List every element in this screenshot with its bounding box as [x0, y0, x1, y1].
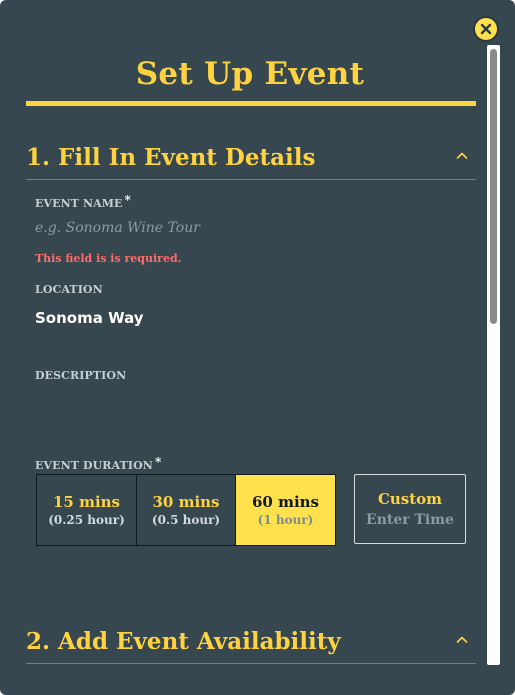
- duration-option-60[interactable]: 60 mins (1 hour): [235, 474, 336, 546]
- duration-option-30[interactable]: 30 mins (0.5 hour): [136, 474, 236, 546]
- required-asterisk: *: [154, 455, 162, 469]
- event-duration-label: EVENT DURATION *: [35, 455, 161, 472]
- custom-duration-label: Custom: [377, 490, 443, 508]
- duration-option-sublabel: (0.25 hour): [48, 513, 125, 527]
- description-label: DESCRIPTION: [35, 369, 127, 382]
- event-name-error: This field is is required.: [35, 252, 182, 265]
- event-name-label-text: EVENT NAME: [35, 197, 123, 210]
- setup-event-modal: Set Up Event 1. Fill In Event Details EV…: [0, 0, 515, 695]
- duration-option-sublabel: (0.5 hour): [151, 513, 221, 527]
- description-input[interactable]: [35, 392, 465, 432]
- location-label: LOCATION: [35, 283, 103, 296]
- section-event-details-title: 1. Fill In Event Details: [26, 144, 316, 171]
- chevron-up-icon: [456, 152, 468, 159]
- duration-option-label: 60 mins: [251, 493, 320, 511]
- required-asterisk: *: [124, 193, 131, 207]
- scrollbar[interactable]: [487, 45, 500, 665]
- event-name-label: EVENT NAME *: [35, 193, 131, 210]
- duration-option-15[interactable]: 15 mins (0.25 hour): [36, 474, 137, 546]
- section-availability-header[interactable]: 2. Add Event Availability: [26, 618, 476, 664]
- duration-option-sublabel: (1 hour): [257, 513, 314, 527]
- close-button[interactable]: [473, 16, 499, 42]
- modal-title: Set Up Event: [135, 56, 365, 92]
- location-input[interactable]: Sonoma Way: [35, 309, 144, 327]
- duration-option-custom[interactable]: Custom: [354, 474, 466, 544]
- duration-option-label: 30 mins: [152, 493, 220, 511]
- section-event-details-header[interactable]: 1. Fill In Event Details: [26, 134, 476, 180]
- custom-duration-input[interactable]: [360, 512, 460, 528]
- chevron-up-icon: [456, 636, 468, 643]
- duration-option-label: 15 mins: [52, 493, 121, 511]
- close-icon: [480, 23, 492, 35]
- section-availability-title: 2. Add Event Availability: [26, 628, 341, 655]
- event-duration-label-text: EVENT DURATION: [35, 459, 153, 472]
- title-divider: [26, 101, 476, 106]
- event-name-input[interactable]: [35, 214, 465, 242]
